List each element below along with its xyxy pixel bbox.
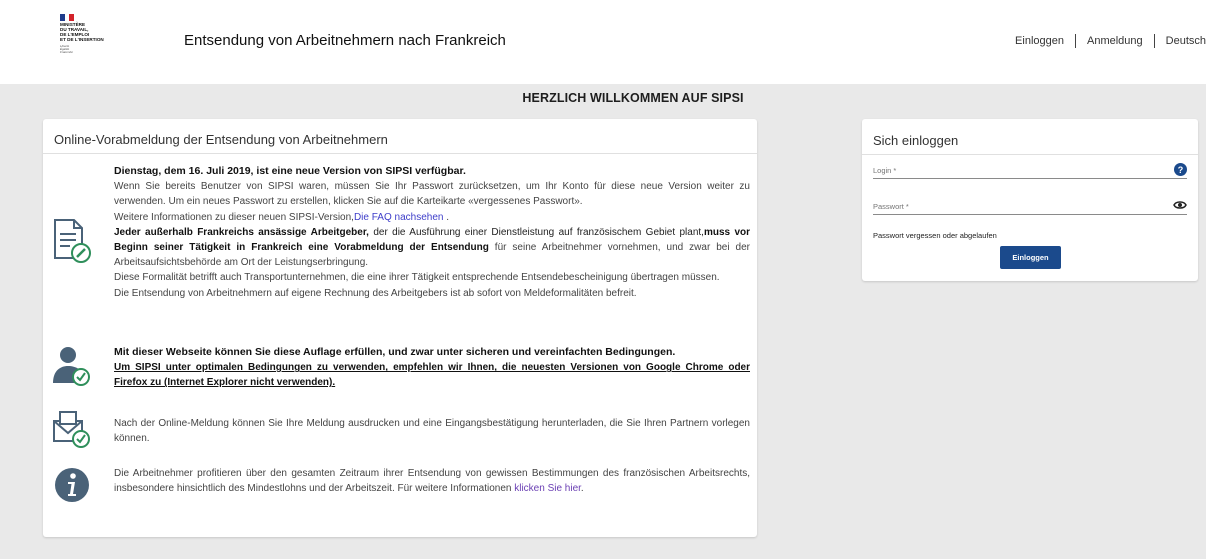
top-navigation: Einloggen Anmeldung Deutsch	[1015, 34, 1206, 48]
news-paragraph-obligation: Jeder außerhalb Frankreichs ansässige Ar…	[114, 225, 750, 271]
password-input[interactable]	[873, 197, 1153, 211]
welcome-heading: HERZLICH WILLKOMMEN AUF SIPSI	[522, 91, 744, 105]
login-button[interactable]: Einloggen	[1000, 246, 1061, 269]
svg-text:?: ?	[1178, 165, 1184, 175]
info-text: Die Arbeitnehmer profitieren über den ge…	[114, 468, 750, 495]
service-text: der die Ausführung einer Dienstleistung …	[368, 226, 704, 238]
print-block: Nach der Online-Meldung können Sie Ihre …	[114, 416, 750, 446]
logo-motto: Liberté Égalité Fraternité	[60, 43, 73, 55]
login-input[interactable]	[873, 161, 1153, 175]
french-flag-icon	[60, 14, 75, 21]
ministry-logo[interactable]: MINISTÈRE DU TRAVAIL, DE L'EMPLOI ET DE …	[60, 14, 140, 68]
info-paragraph: Die Arbeitnehmer profitieren über den ge…	[114, 466, 750, 496]
secure-block: Mit dieser Webseite können Sie diese Auf…	[114, 345, 750, 391]
login-panel: Sich einloggen ? Passwort vergessen oder…	[862, 119, 1198, 281]
panel-divider	[43, 153, 757, 154]
user-check-icon	[52, 345, 92, 392]
news-paragraph-transport: Diese Formalität betrifft auch Transport…	[114, 272, 720, 284]
password-field	[873, 197, 1187, 215]
employer-text: Jeder außerhalb Frankreichs ansässige Ar…	[114, 226, 369, 238]
panel-divider	[862, 154, 1198, 155]
secure-headline: Mit dieser Webseite können Sie diese Auf…	[114, 346, 676, 358]
info-panel: Online-Vorabmeldung der Entsendung von A…	[43, 119, 757, 537]
nav-language-link[interactable]: Deutsch	[1166, 35, 1206, 47]
faq-text: Weitere Informationen zu dieser neuen SI…	[114, 211, 354, 223]
nav-register-link[interactable]: Anmeldung	[1087, 35, 1143, 47]
news-paragraph-password: Wenn Sie bereits Benutzer von SIPSI ware…	[114, 181, 750, 208]
info-suffix: .	[580, 483, 584, 495]
more-info-link[interactable]: klicken Sie hier	[514, 483, 581, 494]
envelope-check-icon	[52, 409, 92, 454]
print-text: Nach der Online-Meldung können Sie Ihre …	[114, 418, 750, 445]
nav-login-link[interactable]: Einloggen	[1015, 35, 1064, 47]
document-edit-icon	[52, 218, 92, 269]
news-paragraph-faq: Weitere Informationen zu dieser neuen SI…	[114, 210, 750, 225]
forgot-password-link[interactable]: Passwort vergessen oder abgelaufen	[873, 231, 997, 240]
faq-link[interactable]: Die FAQ nachsehen	[354, 212, 444, 223]
faq-suffix: .	[443, 211, 450, 223]
news-block: Dienstag, dem 16. Juli 2019, ist eine ne…	[114, 164, 750, 301]
info-block: Die Arbeitnehmer profitieren über den ge…	[114, 466, 750, 496]
browser-recommendation: Um SIPSI unter optimalen Bedingungen zu …	[114, 362, 750, 389]
info-panel-title: Online-Vorabmeldung der Entsendung von A…	[54, 132, 388, 147]
login-field: ?	[873, 161, 1187, 179]
help-icon[interactable]: ?	[1174, 163, 1187, 178]
login-title: Sich einloggen	[873, 133, 959, 148]
nav-divider	[1153, 34, 1155, 48]
logo-text: MINISTÈRE DU TRAVAIL, DE L'EMPLOI ET DE …	[60, 22, 104, 42]
info-icon	[54, 467, 90, 508]
eye-icon[interactable]	[1173, 199, 1187, 213]
site-title: Entsendung von Arbeitnehmern nach Frankr…	[184, 32, 506, 49]
nav-divider	[1074, 34, 1076, 48]
news-headline: Dienstag, dem 16. Juli 2019, ist eine ne…	[114, 165, 466, 177]
site-header: MINISTÈRE DU TRAVAIL, DE L'EMPLOI ET DE …	[0, 0, 1206, 84]
news-paragraph-exemption: Die Entsendung von Arbeitnehmern auf eig…	[114, 287, 637, 299]
